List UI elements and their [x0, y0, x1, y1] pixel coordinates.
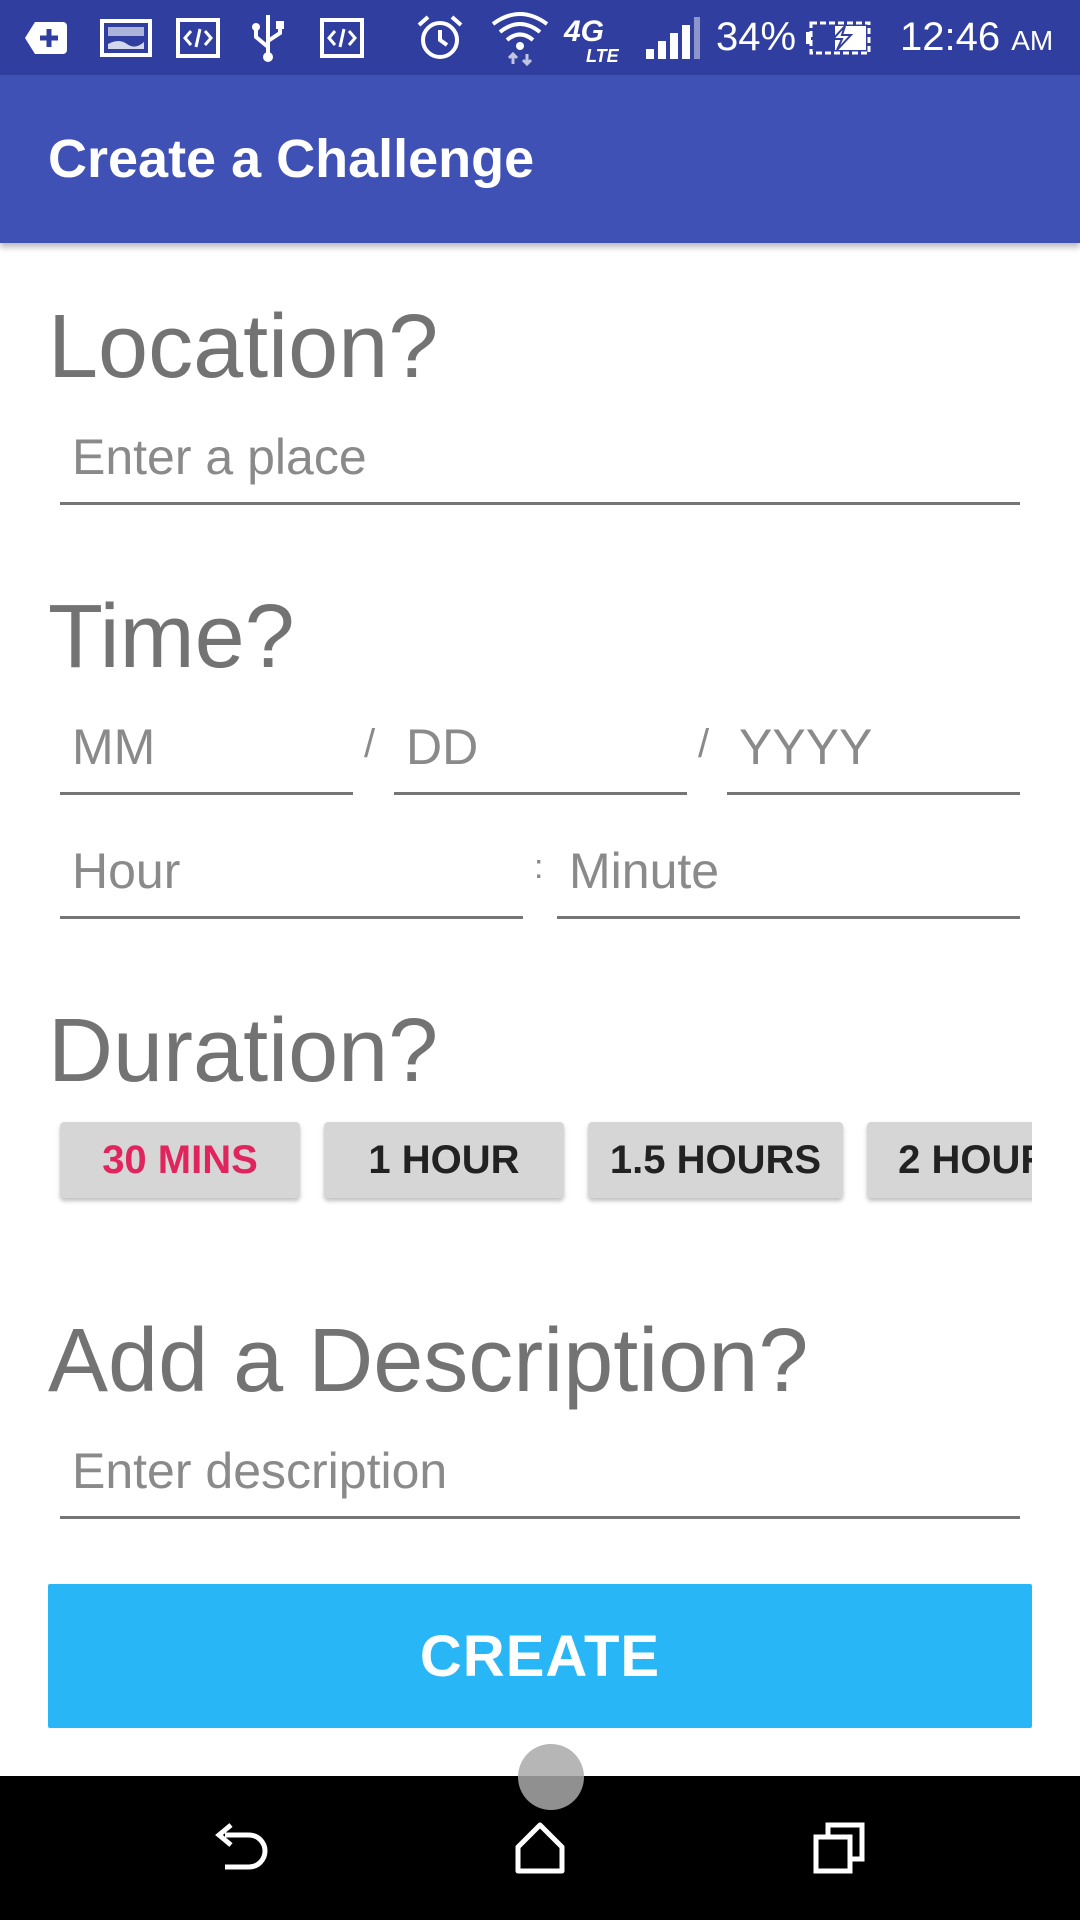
description-heading: Add a Description?	[48, 1311, 809, 1411]
clock-time: 12:46	[900, 15, 1001, 59]
code-notification-icon	[318, 0, 366, 75]
date-separator: /	[698, 722, 710, 766]
recent-apps-icon	[813, 1822, 865, 1874]
status-bar: 4G LTE 34% 12:46 AM	[0, 0, 1080, 75]
signal-icon	[640, 0, 704, 75]
month-input[interactable]	[60, 715, 353, 795]
day-input[interactable]	[394, 715, 687, 795]
alarm-icon	[414, 0, 466, 75]
touch-indicator	[518, 1744, 584, 1810]
4g-lte-icon: 4G LTE	[564, 14, 619, 66]
add-notification-icon	[22, 0, 70, 75]
wifi-icon	[488, 0, 552, 75]
year-input[interactable]	[727, 715, 1020, 795]
back-button[interactable]	[141, 1776, 341, 1920]
app-bar: Create a Challenge	[0, 75, 1080, 243]
back-icon	[215, 1823, 268, 1870]
battery-charging-icon	[804, 0, 874, 75]
duration-options[interactable]: 30 MINS 1 HOUR 1.5 HOURS 2 HOURS	[48, 1110, 1032, 1210]
date-separator: /	[364, 722, 376, 766]
code-notification-icon	[174, 0, 222, 75]
minute-input[interactable]	[557, 839, 1020, 919]
usb-icon	[244, 0, 292, 75]
duration-heading: Duration?	[48, 1001, 439, 1101]
clock: 12:46 AM	[900, 0, 1053, 75]
recent-apps-button[interactable]	[740, 1776, 940, 1920]
location-heading: Location?	[48, 297, 439, 397]
duration-1-hour-button[interactable]: 1 HOUR	[324, 1122, 564, 1198]
time-heading: Time?	[48, 587, 295, 687]
duration-2-hours-button[interactable]: 2 HOURS	[867, 1122, 1032, 1198]
battery-percent: 34%	[716, 15, 797, 59]
time-separator: :	[534, 848, 544, 886]
location-input[interactable]	[60, 425, 1020, 505]
description-input[interactable]	[60, 1439, 1020, 1519]
clock-ampm: AM	[1011, 25, 1054, 56]
duration-30-mins-button[interactable]: 30 MINS	[60, 1122, 300, 1198]
create-button[interactable]: CREATE	[48, 1584, 1032, 1728]
home-icon	[515, 1822, 565, 1874]
image-notification-icon	[98, 0, 154, 75]
hour-input[interactable]	[60, 839, 523, 919]
duration-1-5-hours-button[interactable]: 1.5 HOURS	[588, 1122, 843, 1198]
page-title: Create a Challenge	[48, 129, 535, 189]
